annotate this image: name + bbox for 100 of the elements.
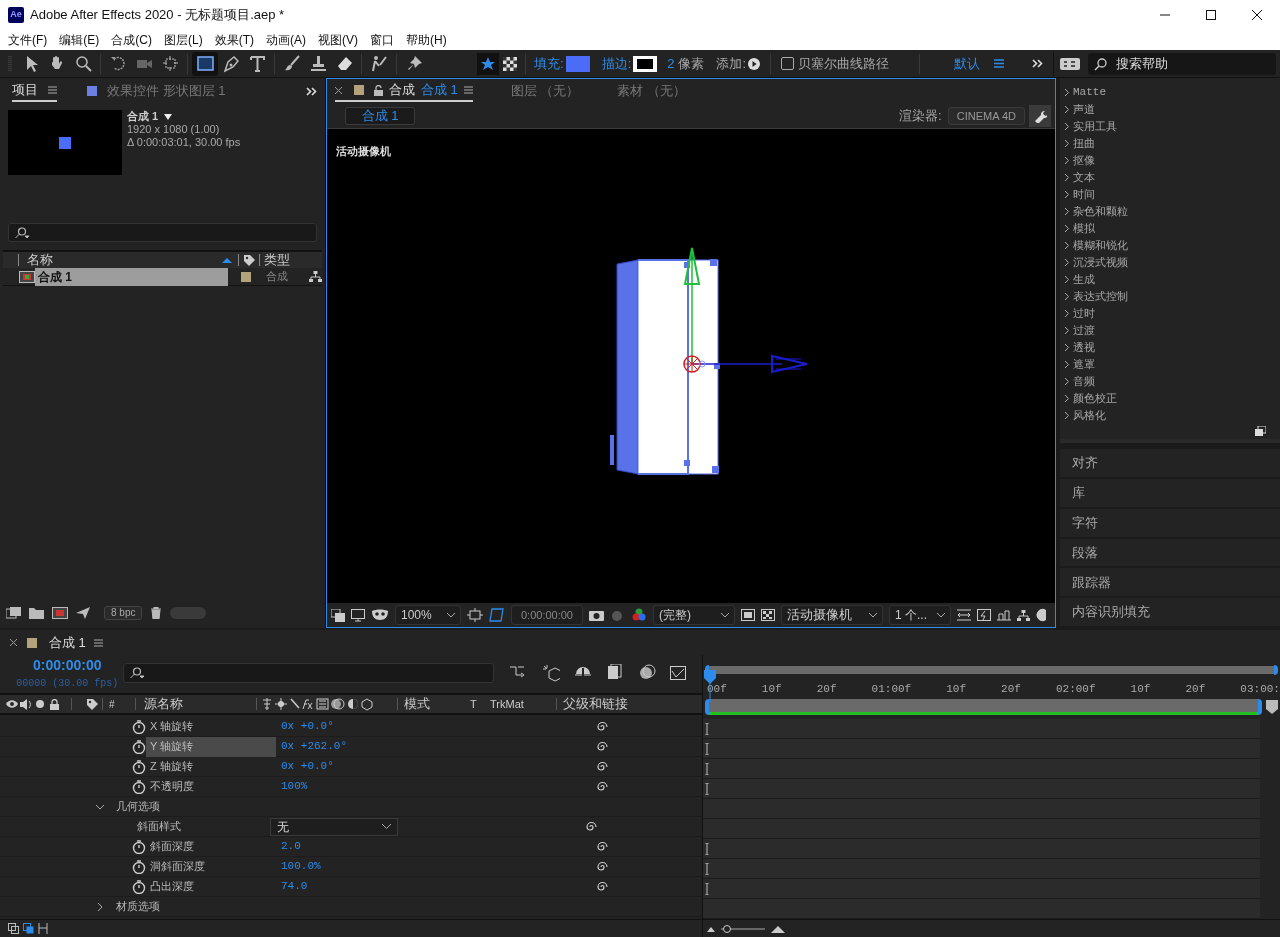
- view-layout-dropdown[interactable]: 1 个...: [889, 605, 951, 625]
- panel-tab[interactable]: 合成 合成 1: [335, 80, 473, 102]
- snapshot-camera-icon[interactable]: [589, 609, 604, 621]
- property-label[interactable]: Z 轴旋转: [146, 756, 276, 777]
- pick-whip-icon[interactable]: [595, 880, 609, 893]
- zoom-out-icon[interactable]: [707, 925, 715, 932]
- column-header[interactable]: 模式: [404, 694, 470, 714]
- checkerboard-icon[interactable]: [761, 609, 775, 621]
- mask-icon[interactable]: [371, 608, 389, 622]
- menu-item[interactable]: 视图(V): [312, 31, 364, 49]
- panel-tab[interactable]: 项目: [12, 80, 57, 102]
- menu-item[interactable]: 窗口: [364, 31, 400, 49]
- flowchart-icon[interactable]: [309, 271, 322, 282]
- effect-category[interactable]: 时间: [1073, 186, 1095, 203]
- effect-category[interactable]: 表达式控制: [1073, 288, 1128, 305]
- dropdown-arrow-icon[interactable]: [164, 113, 173, 120]
- effect-category[interactable]: 实用工具: [1073, 118, 1117, 135]
- overflow-chevrons-icon[interactable]: [1032, 59, 1043, 68]
- column-header[interactable]: T: [470, 695, 490, 713]
- timeline-tab[interactable]: 合成 1: [49, 632, 86, 653]
- effect-category[interactable]: 遮罩: [1073, 356, 1095, 373]
- keyframe-marker-icon[interactable]: [705, 742, 709, 755]
- effect-category[interactable]: 模拟: [1073, 220, 1095, 237]
- pick-whip-icon[interactable]: [584, 820, 598, 833]
- effect-category[interactable]: 模糊和锐化: [1073, 237, 1128, 254]
- graph-editor-icon[interactable]: [670, 664, 688, 682]
- collapsed-panel[interactable]: 跟踪器: [1060, 568, 1280, 597]
- property-group-label[interactable]: 材质选项: [116, 898, 160, 915]
- comp-flowchart-icon[interactable]: [997, 609, 1011, 621]
- pick-whip-icon[interactable]: [595, 840, 609, 853]
- overflow-chevrons-icon[interactable]: [306, 86, 317, 96]
- interpret-footage-icon[interactable]: [6, 607, 21, 619]
- folder-icon[interactable]: [29, 607, 44, 619]
- timeline-search-field[interactable]: [122, 663, 495, 683]
- chevron-right-icon[interactable]: [1065, 123, 1069, 130]
- resolution-dropdown[interactable]: (完整): [653, 605, 735, 625]
- new-composition-icon[interactable]: [52, 607, 68, 619]
- column-header[interactable]: TrkMat: [490, 695, 556, 713]
- comp-breadcrumb[interactable]: 合成 1: [345, 106, 415, 125]
- frame-blending-icon[interactable]: [606, 664, 624, 682]
- pick-whip-icon[interactable]: [595, 740, 609, 753]
- workspace-tab[interactable]: 默认: [954, 53, 981, 74]
- effect-category[interactable]: 风格化: [1073, 407, 1106, 424]
- collapsed-panel[interactable]: 库: [1060, 479, 1280, 507]
- comp-marker-icon[interactable]: [1266, 700, 1278, 714]
- stopwatch-icon[interactable]: [132, 779, 146, 794]
- current-time-display[interactable]: 0:00:00:00: [33, 655, 102, 676]
- property-label[interactable]: 斜面深度: [146, 836, 276, 857]
- chevron-right-icon[interactable]: [1065, 344, 1069, 351]
- in-out-toggle-icon[interactable]: [38, 923, 48, 934]
- effect-category[interactable]: 过渡: [1073, 322, 1095, 339]
- chevron-right-icon[interactable]: [1065, 89, 1069, 96]
- chevron-right-icon[interactable]: [1065, 412, 1069, 419]
- effect-category[interactable]: 生成: [1073, 271, 1095, 288]
- label-tag-icon[interactable]: [86, 698, 98, 710]
- stroke-width-value[interactable]: 2: [667, 53, 675, 74]
- chevron-right-icon[interactable]: [1065, 106, 1069, 113]
- chevron-right-icon[interactable]: [1065, 327, 1069, 334]
- chevron-right-icon[interactable]: [1065, 242, 1069, 249]
- renderer-button[interactable]: CINEMA 4D: [947, 106, 1025, 125]
- menu-item[interactable]: 动画(A): [260, 31, 312, 49]
- lock-icon[interactable]: [50, 698, 59, 710]
- rectangle-tool-button[interactable]: [192, 51, 218, 76]
- panel-tab[interactable]: 效果控件 形状图层 1: [87, 80, 226, 102]
- keyframe-marker-icon[interactable]: [705, 782, 709, 795]
- chevron-right-icon[interactable]: [1065, 140, 1069, 147]
- stroke-label[interactable]: 描边:: [601, 53, 632, 74]
- pick-whip-icon[interactable]: [595, 720, 609, 733]
- effect-category[interactable]: 声道: [1073, 101, 1095, 118]
- effect-category[interactable]: 透视: [1073, 339, 1095, 356]
- keyframe-marker-icon[interactable]: [705, 842, 709, 855]
- chevron-right-icon[interactable]: [1065, 174, 1069, 181]
- 3d-view-dropdown[interactable]: 活动摄像机: [781, 605, 883, 625]
- column-header[interactable]: #: [109, 696, 123, 712]
- chevron-down-icon[interactable]: [96, 802, 104, 811]
- property-label[interactable]: 凸出深度: [146, 876, 276, 897]
- property-value[interactable]: 74.0: [281, 878, 595, 895]
- effect-category[interactable]: 文本: [1073, 169, 1095, 186]
- zoom-in-icon[interactable]: [771, 924, 785, 933]
- monitor-icon[interactable]: [351, 608, 365, 622]
- menu-item[interactable]: 文件(F): [2, 31, 54, 49]
- keyframe-marker-icon[interactable]: [705, 882, 709, 895]
- paper-plane-icon[interactable]: [76, 607, 90, 619]
- property-value[interactable]: 0x +0.0°: [281, 758, 595, 775]
- keyframe-marker-icon[interactable]: [705, 862, 709, 875]
- effect-category[interactable]: Matte: [1073, 84, 1106, 101]
- menu-item[interactable]: 效果(T): [208, 31, 260, 49]
- property-value[interactable]: 100%: [281, 778, 595, 795]
- property-value[interactable]: 2.0: [281, 838, 595, 855]
- pick-whip-icon[interactable]: [595, 780, 609, 793]
- menu-item[interactable]: 图层(L): [158, 31, 209, 49]
- play-icon[interactable]: [748, 57, 761, 70]
- chevron-right-icon[interactable]: [1065, 395, 1069, 402]
- stopwatch-icon[interactable]: [132, 859, 146, 874]
- effect-category[interactable]: 杂色和颗粒: [1073, 203, 1128, 220]
- sort-arrow-icon[interactable]: [222, 257, 232, 263]
- fill-swatch[interactable]: [565, 55, 590, 72]
- property-label[interactable]: 洞斜面深度: [146, 856, 276, 877]
- chevron-right-icon[interactable]: [1065, 293, 1069, 300]
- stopwatch-icon[interactable]: [132, 839, 146, 854]
